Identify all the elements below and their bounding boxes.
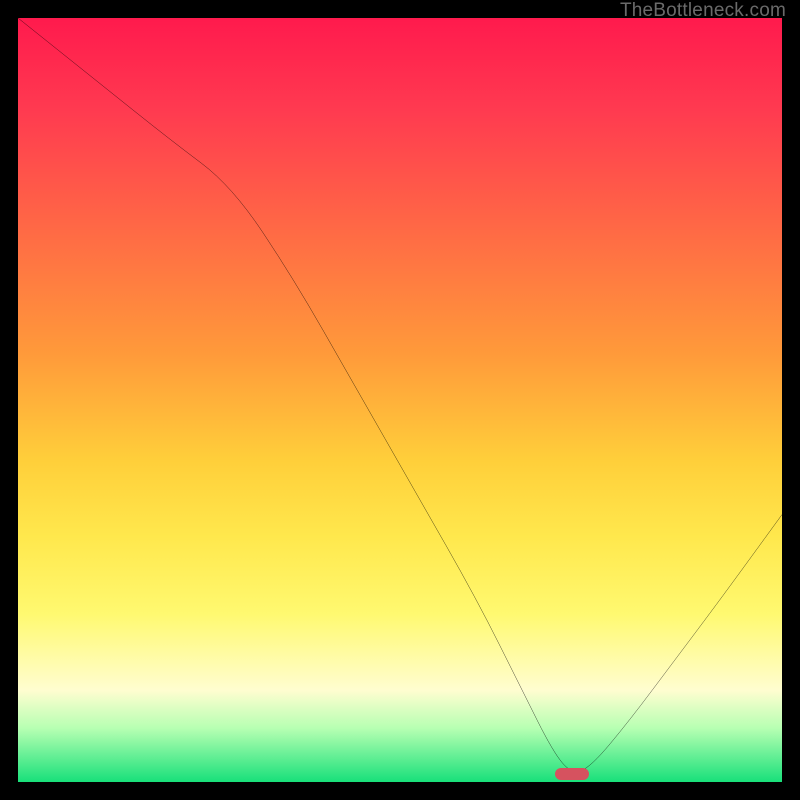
chart-plot-area	[16, 16, 784, 784]
minimum-marker	[555, 768, 589, 780]
curve-path	[18, 18, 782, 771]
bottleneck-curve	[18, 18, 782, 782]
